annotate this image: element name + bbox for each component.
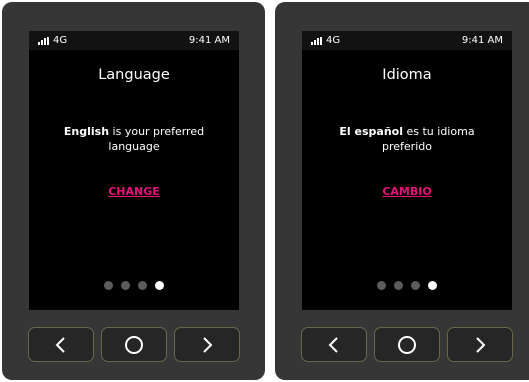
next-button[interactable] [174, 327, 240, 362]
page-title: Language [98, 67, 170, 83]
home-button[interactable] [101, 327, 167, 362]
status-bar: 4G 9:41 AM [29, 31, 239, 50]
page-dot [138, 281, 147, 290]
signal-bars-icon [311, 36, 323, 45]
prev-button[interactable] [28, 327, 94, 362]
preferred-language-suffix: is your preferred language [108, 125, 205, 153]
preferred-language-name: English [63, 125, 110, 138]
page-title: Idioma [382, 67, 432, 83]
home-button[interactable] [374, 327, 440, 362]
page-dot-active [155, 281, 164, 290]
page-indicator [302, 281, 512, 290]
circle-icon [125, 335, 143, 354]
preferred-language-name: El español [339, 125, 403, 138]
change-language-link[interactable]: CHANGE [29, 185, 239, 198]
preferred-language-text: English is your preferred language [51, 124, 217, 154]
preferred-language-text: El español es tu idioma preferido [324, 124, 490, 154]
chevron-left-icon [328, 336, 338, 353]
signal-indicator: 4G [311, 31, 340, 50]
page-dot [394, 281, 403, 290]
device-english: 4G 9:41 AM Language English is your pref… [2, 2, 265, 380]
prev-button[interactable] [301, 327, 367, 362]
page-dot [411, 281, 420, 290]
signal-bars-icon [38, 36, 50, 45]
stage: 4G 9:41 AM Language English is your pref… [0, 0, 529, 382]
device-spanish: 4G 9:41 AM Idioma El español es tu idiom… [275, 2, 529, 380]
page-indicator [29, 281, 239, 290]
hardware-controls [301, 327, 513, 362]
chevron-left-icon [55, 336, 65, 353]
page-dot-active [428, 281, 437, 290]
status-time: 9:41 AM [461, 35, 503, 46]
network-label: 4G [326, 35, 341, 46]
change-language-link[interactable]: CAMBIO [302, 185, 512, 198]
device-screen: 4G 9:41 AM Idioma El español es tu idiom… [302, 31, 512, 310]
page-dot [121, 281, 130, 290]
page-dot [104, 281, 113, 290]
page-dot [377, 281, 386, 290]
device-screen: 4G 9:41 AM Language English is your pref… [29, 31, 239, 310]
status-bar: 4G 9:41 AM [302, 31, 512, 50]
hardware-controls [28, 327, 240, 362]
chevron-right-icon [203, 336, 213, 353]
next-button[interactable] [447, 327, 513, 362]
network-label: 4G [53, 35, 68, 46]
chevron-right-icon [476, 336, 486, 353]
signal-indicator: 4G [38, 31, 67, 50]
status-time: 9:41 AM [188, 35, 230, 46]
circle-icon [398, 335, 416, 354]
